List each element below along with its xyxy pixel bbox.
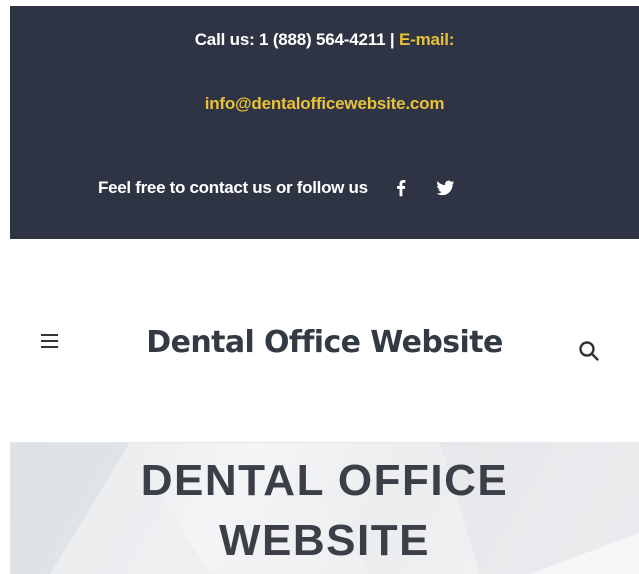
email-label: E-mail: bbox=[398, 30, 455, 49]
search-icon[interactable] bbox=[577, 339, 601, 363]
separator: | bbox=[389, 30, 395, 49]
hero-title: DENTAL OFFICE WEBSITE bbox=[10, 451, 639, 571]
top-info-bar: Call us: 1 (888) 564-4211 | E-mail: info… bbox=[10, 6, 639, 239]
contact-line: Call us: 1 (888) 564-4211 | E-mail: bbox=[10, 30, 639, 50]
site-title[interactable]: Dental Office Website bbox=[10, 325, 639, 360]
site-header: Dental Office Website bbox=[10, 239, 639, 443]
hero-title-line-2: WEBSITE bbox=[219, 516, 430, 565]
page: Call us: 1 (888) 564-4211 | E-mail: info… bbox=[0, 0, 639, 574]
follow-line: Feel free to contact us or follow us bbox=[98, 177, 456, 199]
email-link[interactable]: info@dentalofficewebsite.com bbox=[10, 94, 639, 114]
phone-text[interactable]: Call us: 1 (888) 564-4211 bbox=[195, 30, 386, 49]
follow-text: Feel free to contact us or follow us bbox=[98, 178, 368, 197]
hero-title-line-1: DENTAL OFFICE bbox=[140, 456, 509, 505]
facebook-icon[interactable] bbox=[390, 177, 412, 199]
hero-banner: DENTAL OFFICE WEBSITE bbox=[10, 443, 639, 574]
twitter-icon[interactable] bbox=[434, 177, 456, 199]
